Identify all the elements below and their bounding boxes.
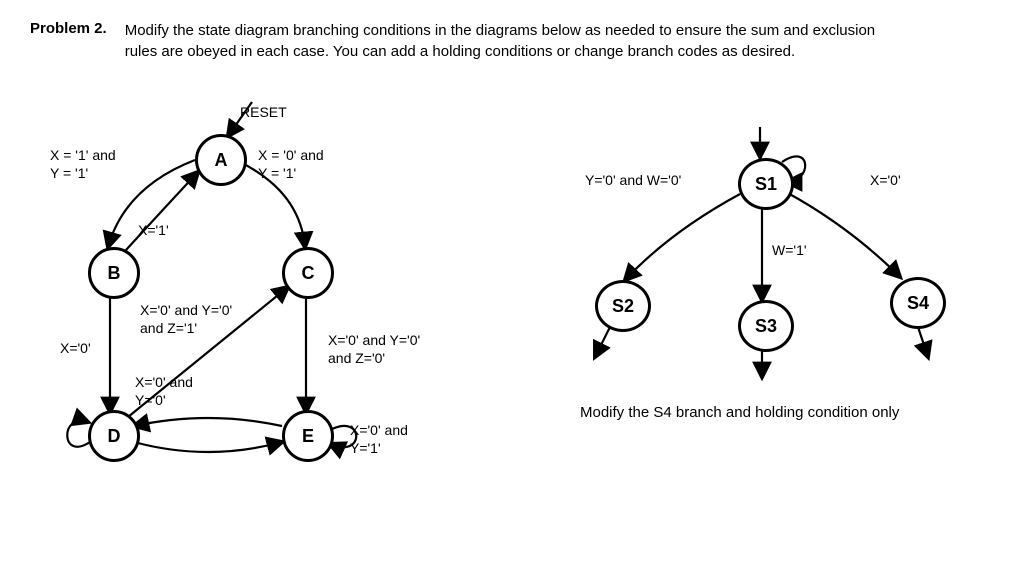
state-B: B [88,247,140,299]
edge-S1-S2-label: Y='0' and W='0' [585,172,681,190]
state-diagram-2: S1 S2 S3 S4 Y='0' and W='0' W='1' X='0' … [490,122,970,522]
edge-A-C-label: X = '0' andY = '1' [258,147,324,182]
edge-A-B-label: X = '1' andY = '1' [50,147,116,182]
state-E: E [282,410,334,462]
edge-D-C-label: X='0' and Y='0'and Z='1' [140,302,232,337]
state-S4: S4 [890,277,946,329]
edge-D-E-label: X='0' andY='0' [135,374,193,409]
edge-B-D-label: X='0' [60,340,91,358]
state-S1: S1 [738,158,794,210]
problem-text: Modify the state diagram branching condi… [125,20,905,62]
edge-S1-S3-label: W='1' [772,242,807,260]
edge-E-self-label: X='0' andY='1' [350,422,408,457]
reset-label: RESET [240,104,287,122]
state-A: A [195,134,247,186]
diagrams-container: RESET A B C D E X = '1' andY = '1' X = '… [30,92,994,522]
state-C: C [282,247,334,299]
edge-B-A-label: X='1' [138,222,169,240]
problem-label: Problem 2. [30,20,107,62]
state-S2: S2 [595,280,651,332]
state-S3: S3 [738,300,794,352]
edge-C-E-label: X='0' and Y='0'and Z='0' [328,332,420,367]
state-diagram-1: RESET A B C D E X = '1' andY = '1' X = '… [30,92,450,492]
edge-S1-S4-label: X='0' [870,172,901,190]
problem-header: Problem 2. Modify the state diagram bran… [30,20,994,62]
state-D: D [88,410,140,462]
